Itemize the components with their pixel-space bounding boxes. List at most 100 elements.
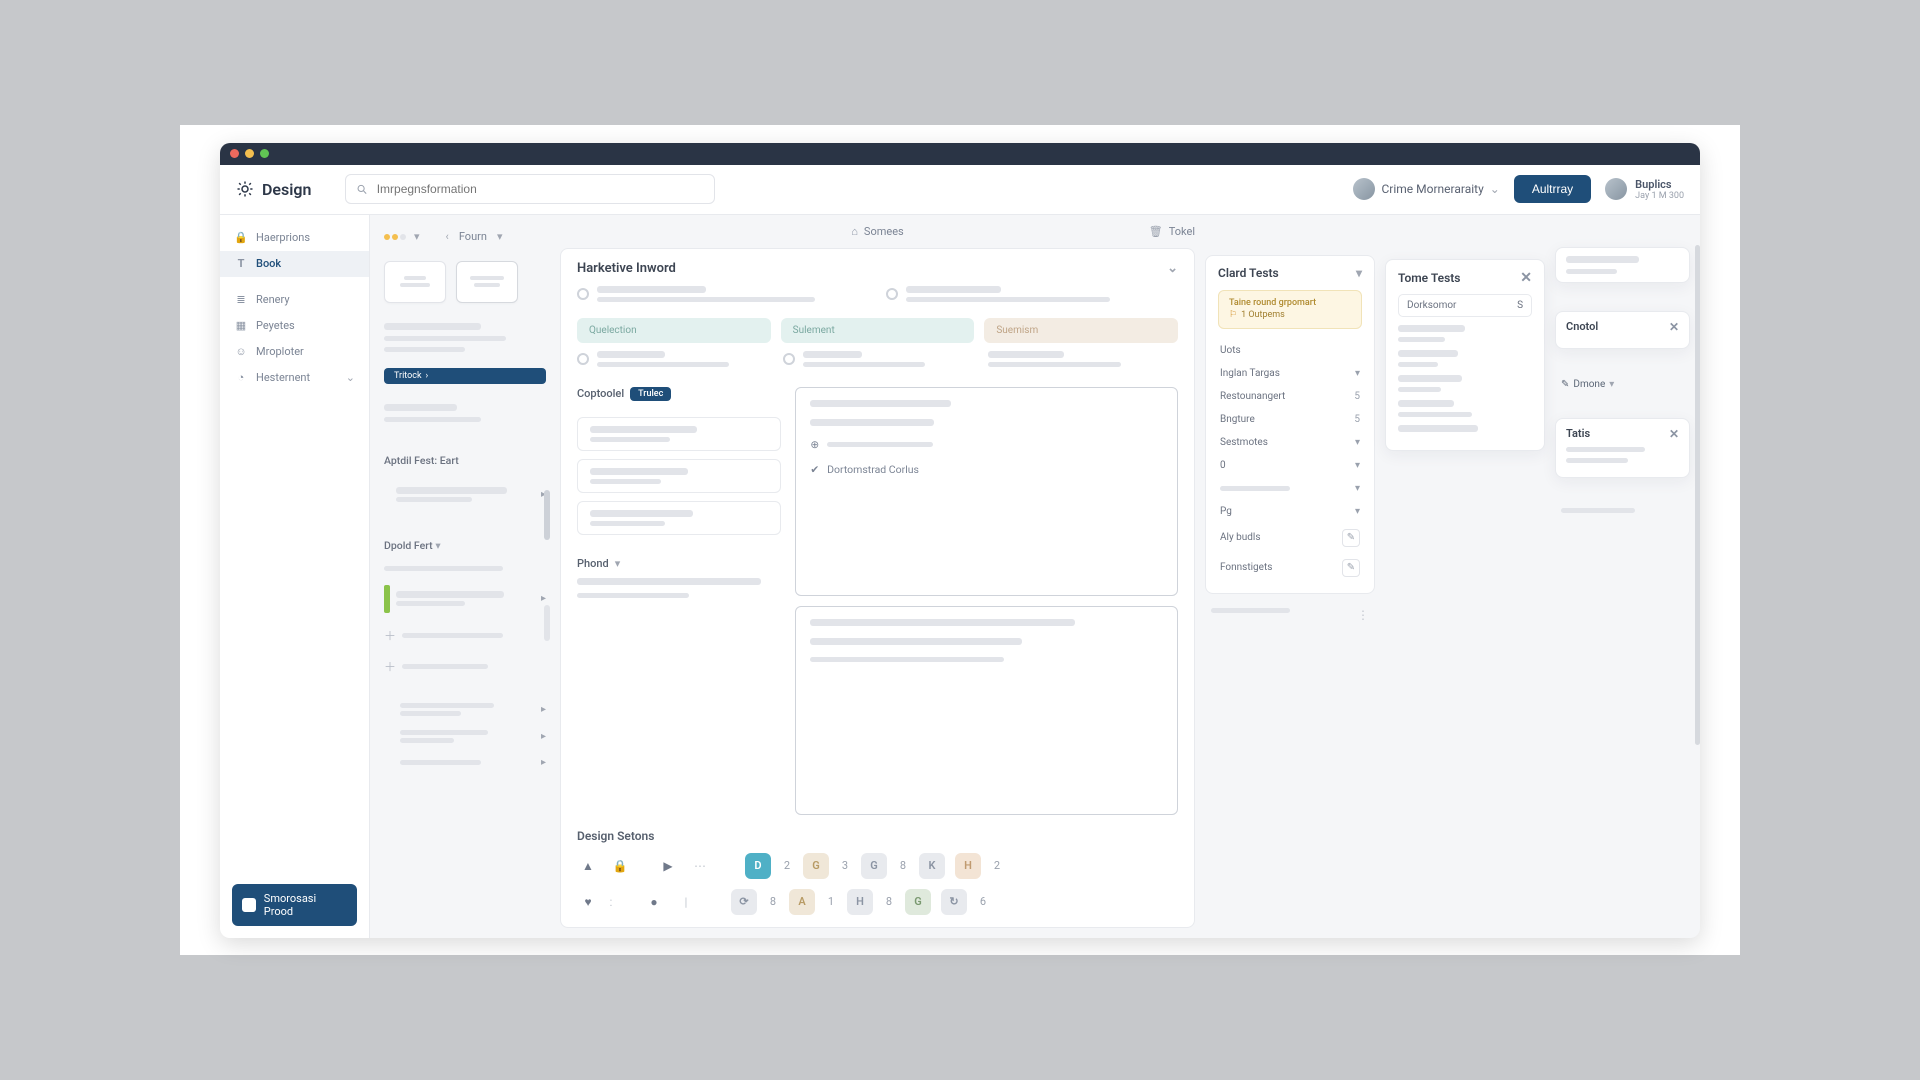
chevron-down-icon: ⌄ (346, 371, 355, 384)
inline-control[interactable]: ✔ Dortomstrad Corlus (810, 463, 1163, 476)
sidebar-item-peyetes[interactable]: ▦ Peyetes (220, 313, 369, 339)
edit-icon[interactable]: ✎ (1342, 559, 1360, 577)
scrollbar-thumb[interactable] (544, 605, 550, 641)
warning-sub: 1 Outpems (1241, 309, 1285, 322)
ds-button[interactable]: G (861, 853, 887, 879)
list-item[interactable]: ▸ (380, 583, 550, 615)
current-user[interactable]: Buplics Jay 1 M 300 (1605, 178, 1684, 201)
heart-icon[interactable]: ♥ (577, 891, 599, 913)
ds-button[interactable]: ↻ (941, 889, 967, 915)
far-column: Cnotol ✕ ✎ Dmone ▾ Tatis ✕ (1555, 225, 1690, 928)
sidebar-item-renery[interactable]: ≣ Renery (220, 287, 369, 313)
property-row[interactable]: Fonnstigets✎ (1218, 553, 1362, 583)
tome-field[interactable]: Dorksomor S (1398, 294, 1532, 317)
property-row[interactable]: Aly budls✎ (1218, 523, 1362, 553)
ds-button[interactable]: G (905, 889, 931, 915)
search-field[interactable] (345, 174, 715, 204)
chevron-down-icon[interactable]: ▾ (414, 230, 420, 243)
search-input[interactable] (377, 182, 705, 196)
radio-icon (886, 288, 898, 300)
option-row[interactable] (783, 351, 973, 367)
ds-button[interactable]: K (919, 853, 945, 879)
page-thumbnail[interactable] (384, 261, 446, 303)
list-item[interactable]: ＋ (380, 656, 550, 677)
list-item[interactable]: ▸ (380, 728, 550, 745)
option-row[interactable] (988, 351, 1178, 367)
list-item[interactable]: ▸ (380, 479, 550, 511)
trash-icon[interactable]: 🗑 (1149, 225, 1163, 238)
option-row[interactable] (886, 286, 1179, 302)
list-item[interactable]: ▸ (380, 755, 550, 770)
promo-button[interactable]: Smorosasi Prood (232, 884, 357, 926)
ds-button[interactable]: G (803, 853, 829, 879)
close-icon[interactable]: ✕ (1669, 427, 1679, 441)
chip[interactable]: Sulement (781, 318, 975, 343)
design-extons-row: ♥ : ● | ⟳ 8 A 1 (577, 889, 1178, 915)
lock-icon[interactable]: 🔒 (609, 855, 631, 877)
property-row[interactable]: Restounangert5 (1218, 385, 1362, 408)
component-slot[interactable] (577, 501, 781, 535)
chevron-down-icon[interactable]: ▾ (497, 230, 503, 243)
close-icon[interactable]: ✕ (1669, 320, 1679, 334)
tritock-pill[interactable]: Tritock› (384, 368, 546, 384)
property-row[interactable]: 0▾ (1218, 454, 1362, 477)
tatis-title: Tatis (1566, 427, 1590, 440)
ds-button[interactable]: A (789, 889, 815, 915)
ds-button[interactable]: H (847, 889, 873, 915)
chip[interactable]: Quelection (577, 318, 771, 343)
tatis-card: Tatis ✕ (1555, 418, 1690, 478)
list-item[interactable]: ＋ (380, 625, 550, 646)
account-switcher[interactable]: Crime Morneraraity ⌄ (1353, 178, 1499, 200)
dropdown-link[interactable]: ✎ Dmone ▾ (1555, 379, 1690, 390)
lock-icon: 🔒 (234, 231, 248, 245)
flag-icon[interactable]: ▶ (657, 855, 679, 877)
window-zoom-dot[interactable] (260, 149, 269, 158)
window-close-dot[interactable] (230, 149, 239, 158)
grid-icon: ▦ (234, 319, 248, 333)
section-title: Aptdil Fest: Eart (380, 452, 550, 469)
field-unit: S (1517, 300, 1523, 311)
sidebar-item-haerprions[interactable]: 🔒 Haerprions (220, 225, 369, 251)
edit-icon[interactable]: ✎ (1342, 529, 1360, 547)
scrollbar-thumb[interactable] (544, 490, 550, 540)
property-row[interactable]: ▾ (1218, 477, 1362, 500)
chevron-down-icon[interactable]: ⌄ (1167, 261, 1178, 276)
dot-icon[interactable]: ● (643, 891, 665, 913)
option-row[interactable] (577, 286, 870, 302)
property-row[interactable]: Uots (1218, 339, 1362, 362)
sidebar-item-hesternent[interactable]: ◔ Hesternent ⌄ (220, 365, 369, 391)
app-logo[interactable]: Design (236, 180, 311, 199)
chevron-down-icon[interactable]: ▾ (1356, 266, 1362, 280)
home-icon[interactable]: ⌂ (851, 225, 858, 238)
sidebar-item-book[interactable]: T Book (220, 251, 369, 277)
primary-action-button[interactable]: Aultrray (1514, 175, 1591, 203)
ds-count: 2 (781, 859, 793, 872)
option-row[interactable] (577, 351, 767, 367)
ds-button[interactable]: ⟳ (731, 889, 757, 915)
pencil-icon: ✎ (1561, 379, 1569, 390)
chevron-left-icon[interactable]: ‹ (446, 230, 449, 243)
page-thumbnail[interactable] (456, 261, 518, 303)
field-label: Dorksomor (1407, 300, 1456, 311)
component-slot[interactable] (577, 417, 781, 451)
ds-button[interactable]: D (745, 853, 771, 879)
context-right-label: Tokel (1169, 225, 1195, 238)
main-scrollbar[interactable] (1695, 245, 1700, 745)
property-row[interactable]: Pg▾ (1218, 500, 1362, 523)
preview-box[interactable]: ⊕ ✔ Dortomstrad Corlus (795, 387, 1178, 596)
property-row[interactable]: Sestmotes▾ (1218, 431, 1362, 454)
chip[interactable]: Suemism (984, 318, 1178, 343)
top-bar: Design Crime Morneraraity ⌄ Aultrray Bup… (220, 165, 1700, 215)
list-item[interactable]: ▸ (380, 701, 550, 718)
ds-button[interactable]: H (955, 853, 981, 879)
component-tag[interactable]: Trulec (630, 387, 671, 401)
inline-control[interactable]: ⊕ (810, 438, 1163, 451)
property-row[interactable]: Inglan Targas▾ (1218, 362, 1362, 385)
sidebar-item-mroploter[interactable]: ☺ Mroploter (220, 339, 369, 365)
close-icon[interactable]: ✕ (1520, 270, 1532, 286)
property-row[interactable]: Bngture5 (1218, 408, 1362, 431)
component-slot[interactable] (577, 459, 781, 493)
user-icon[interactable]: ▲ (577, 855, 599, 877)
window-minimize-dot[interactable] (245, 149, 254, 158)
preview-box[interactable] (795, 606, 1178, 815)
